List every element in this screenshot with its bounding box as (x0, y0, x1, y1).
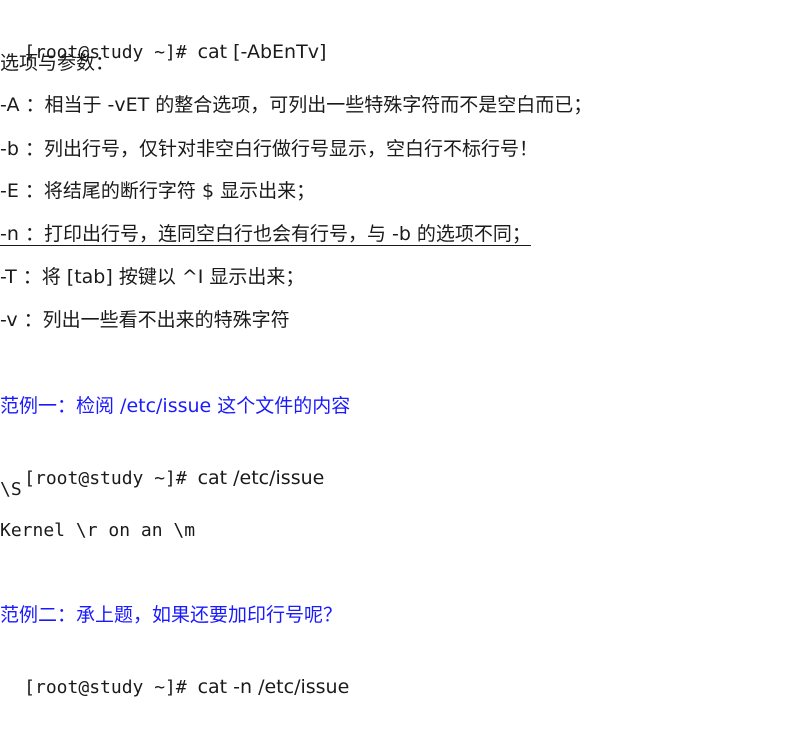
example1-title: 范例一：检阅 /etc/issue 这个文件的内容 (0, 395, 351, 417)
option-A: -A ：相当于 -vET 的整合选项，可列出一些特殊字符而不是空白而已； (0, 94, 593, 116)
option-b: -b ：列出行号，仅针对非空白行做行号显示，空白行不标行号！ (0, 138, 538, 160)
example1-output-line-1: \S (0, 479, 22, 500)
cat-syntax-command: cat [-AbEnTv] (197, 41, 327, 63)
example1-output-line-2: Kernel \r on an \m (0, 520, 196, 541)
option-n: -n ：打印出行号，连同空白行也会有行号，与 -b 的选项不同； (0, 223, 531, 245)
cat-syntax-line: [root@study ~]# cat [-AbEnTv] (0, 7, 326, 63)
option-v: -v ：列出一些看不出来的特殊字符 (0, 309, 290, 331)
example2-title: 范例二：承上题，如果还要加印行号呢？ (0, 604, 343, 626)
options-heading: 选项与参数： (0, 52, 115, 74)
example2-command-line: [root@study ~]# cat -n /etc/issue (0, 642, 349, 698)
option-E: -E ：将结尾的断行字符 $ 显示出来； (0, 180, 316, 202)
shell-prompt: [root@study ~]# (24, 677, 198, 698)
example1-command-line: [root@study ~]# cat /etc/issue (0, 433, 324, 489)
example1-command: cat /etc/issue (197, 467, 325, 489)
document-body: [root@study ~]# cat [-AbEnTv] 选项与参数： -A … (0, 0, 787, 709)
option-T: -T ：将 [tab] 按键以 ^I 显示出来； (0, 266, 305, 288)
shell-prompt: [root@study ~]# (24, 468, 198, 489)
example2-command: cat -n /etc/issue (197, 676, 350, 698)
